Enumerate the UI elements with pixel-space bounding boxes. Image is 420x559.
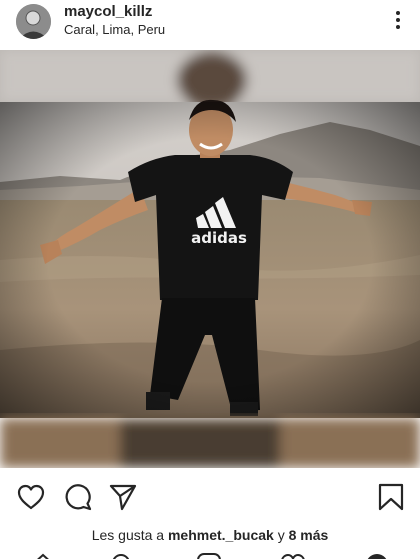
bottom-nav bbox=[0, 548, 420, 559]
likes-summary[interactable]: Les gusta a mehmet._bucak y 8 más bbox=[0, 527, 420, 543]
heart-icon[interactable] bbox=[16, 482, 46, 512]
username-link[interactable]: maycol_killz bbox=[64, 3, 152, 20]
activity-heart-icon[interactable] bbox=[280, 552, 306, 559]
likes-others[interactable]: 8 más bbox=[289, 527, 329, 543]
profile-icon[interactable] bbox=[364, 552, 390, 559]
home-icon[interactable] bbox=[30, 552, 56, 559]
add-post-icon[interactable] bbox=[196, 552, 222, 559]
likes-prefix: Les gusta a bbox=[91, 527, 165, 543]
likes-joiner: y bbox=[277, 527, 285, 543]
liker-username[interactable]: mehmet._bucak bbox=[168, 527, 274, 543]
post-actions bbox=[0, 478, 420, 518]
more-vertical-icon[interactable] bbox=[390, 8, 406, 32]
bookmark-icon[interactable] bbox=[376, 482, 406, 512]
avatar[interactable] bbox=[16, 4, 51, 39]
paper-plane-icon[interactable] bbox=[108, 482, 138, 512]
post-header: maycol_killz Caral, Lima, Peru bbox=[0, 0, 420, 48]
post-image[interactable]: adidas bbox=[0, 50, 420, 468]
location-link[interactable]: Caral, Lima, Peru bbox=[64, 22, 165, 37]
comment-icon[interactable] bbox=[63, 482, 93, 512]
search-icon[interactable] bbox=[110, 552, 136, 559]
